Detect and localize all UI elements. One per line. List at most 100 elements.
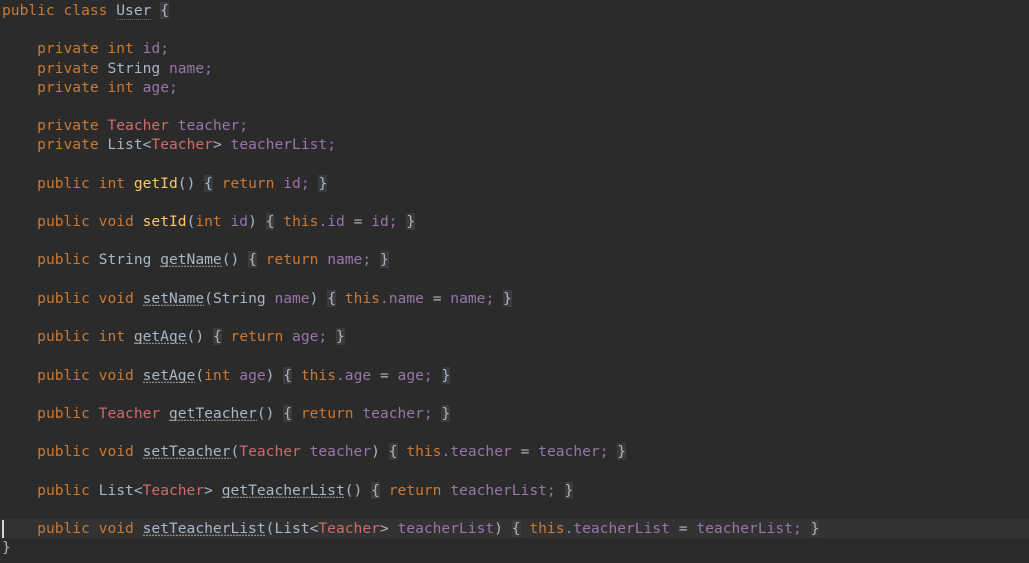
- code-line-4[interactable]: private String name;: [0, 59, 1029, 78]
- code-line-5[interactable]: private int age;: [0, 78, 1029, 97]
- code-line-13[interactable]: [0, 231, 1029, 250]
- brace-close: }: [336, 328, 345, 346]
- code-line-24[interactable]: public void setTeacher(Teacher teacher) …: [0, 442, 1029, 461]
- code-line-28[interactable]: public void setTeacherList(List<Teacher>…: [0, 519, 1029, 539]
- param-id: id: [371, 213, 389, 231]
- code-line-3[interactable]: private int id;: [0, 39, 1029, 58]
- code-line-11[interactable]: [0, 193, 1029, 212]
- code-line-16[interactable]: public void setName(String name) { this.…: [0, 289, 1029, 308]
- code-line-27[interactable]: [0, 500, 1029, 519]
- semicolon: ;: [485, 289, 495, 307]
- code-line-19[interactable]: [0, 346, 1029, 365]
- paren-close: ): [353, 481, 363, 499]
- paren-close: ): [230, 251, 240, 269]
- code-line-17[interactable]: [0, 308, 1029, 327]
- code-line-2[interactable]: [0, 20, 1029, 39]
- brace-close: }: [379, 251, 389, 269]
- type-teacher: Teacher: [98, 404, 161, 422]
- semicolon: ;: [423, 404, 433, 422]
- code-line-26[interactable]: public List<Teacher> getTeacherList() { …: [0, 481, 1029, 500]
- paren-open: (: [344, 481, 354, 499]
- brace-open: {: [160, 2, 169, 19]
- keyword-void: void: [98, 289, 134, 307]
- code-line-18[interactable]: public int getAge() { return age; }: [0, 327, 1029, 346]
- keyword-private: private: [37, 78, 99, 96]
- semicolon: ;: [204, 59, 213, 77]
- code-line-1[interactable]: public class User {: [0, 1, 1029, 20]
- brace-close: }: [564, 481, 574, 499]
- code-line-23[interactable]: [0, 423, 1029, 442]
- semicolon: ;: [423, 366, 433, 384]
- field-age: age: [142, 78, 169, 96]
- param-teacher: teacher: [309, 443, 372, 461]
- semicolon: ;: [300, 174, 310, 192]
- code-line-29[interactable]: }: [0, 538, 1029, 557]
- paren-close: ): [195, 328, 205, 346]
- method-get-age: getAge: [133, 328, 187, 346]
- keyword-this: this: [300, 366, 336, 384]
- field-teacher: teacher: [177, 117, 240, 135]
- field-teacher: teacher: [450, 443, 512, 461]
- field-name: name: [168, 59, 205, 77]
- code-line-8[interactable]: private List<Teacher> teacherList;: [0, 135, 1029, 154]
- keyword-int: int: [107, 40, 134, 58]
- code-line-25[interactable]: [0, 462, 1029, 481]
- param-name: name: [450, 289, 486, 307]
- field-id: id: [327, 213, 345, 231]
- paren-open: (: [256, 404, 266, 422]
- keyword-return: return: [388, 481, 442, 499]
- code-line-14[interactable]: public String getName() { return name; }: [0, 250, 1029, 269]
- keyword-public: public: [37, 213, 90, 231]
- keyword-int: int: [107, 78, 134, 96]
- code-line-22[interactable]: public Teacher getTeacher() { return tea…: [0, 404, 1029, 423]
- code-line-12[interactable]: public void setId(int id) { this.id = id…: [0, 212, 1029, 231]
- brace-close: }: [503, 289, 512, 307]
- type-list: List: [98, 481, 134, 499]
- brace-close: }: [810, 520, 820, 538]
- code-editor[interactable]: public class User { private int id; priv…: [0, 0, 1029, 563]
- type-list: List: [107, 136, 143, 154]
- paren-open: (: [195, 366, 205, 384]
- keyword-int: int: [98, 328, 126, 346]
- field-teacher-list: teacherList: [230, 136, 328, 154]
- semicolon: ;: [239, 117, 249, 135]
- param-age: age: [239, 366, 266, 384]
- type-teacher: Teacher: [318, 520, 380, 538]
- method-set-id: setId: [142, 213, 187, 231]
- code-line-10[interactable]: public int getId() { return id; }: [0, 174, 1029, 193]
- field-teacher-list: teacherList: [450, 481, 547, 499]
- code-line-21[interactable]: [0, 385, 1029, 404]
- code-line-9[interactable]: [0, 155, 1029, 174]
- keyword-void: void: [98, 520, 134, 538]
- keyword-return: return: [300, 404, 354, 422]
- code-area[interactable]: public class User { private int id; priv…: [0, 1, 1029, 557]
- brace-open: {: [511, 520, 521, 538]
- code-line-15[interactable]: [0, 270, 1029, 289]
- brace-close: }: [617, 443, 627, 461]
- keyword-this: this: [406, 443, 442, 461]
- paren-close: ): [309, 289, 319, 307]
- keyword-int: int: [195, 213, 222, 231]
- keyword-public: public: [37, 520, 90, 538]
- field-teacher: teacher: [362, 404, 424, 422]
- type-string: String: [212, 289, 266, 307]
- code-line-6[interactable]: [0, 97, 1029, 116]
- text-caret: [2, 520, 4, 539]
- type-teacher: Teacher: [107, 117, 169, 135]
- operator-assign: =: [520, 443, 530, 461]
- keyword-private: private: [37, 59, 99, 77]
- code-line-20[interactable]: public void setAge(int age) { this.age =…: [0, 366, 1029, 385]
- semicolon: ;: [599, 443, 609, 461]
- type-string: String: [107, 59, 161, 77]
- keyword-int: int: [204, 366, 231, 384]
- angle-close: >: [379, 520, 389, 538]
- dot: .: [336, 366, 345, 384]
- field-name: name: [388, 289, 424, 307]
- keyword-public: public: [37, 251, 90, 269]
- code-line-7[interactable]: private Teacher teacher;: [0, 116, 1029, 135]
